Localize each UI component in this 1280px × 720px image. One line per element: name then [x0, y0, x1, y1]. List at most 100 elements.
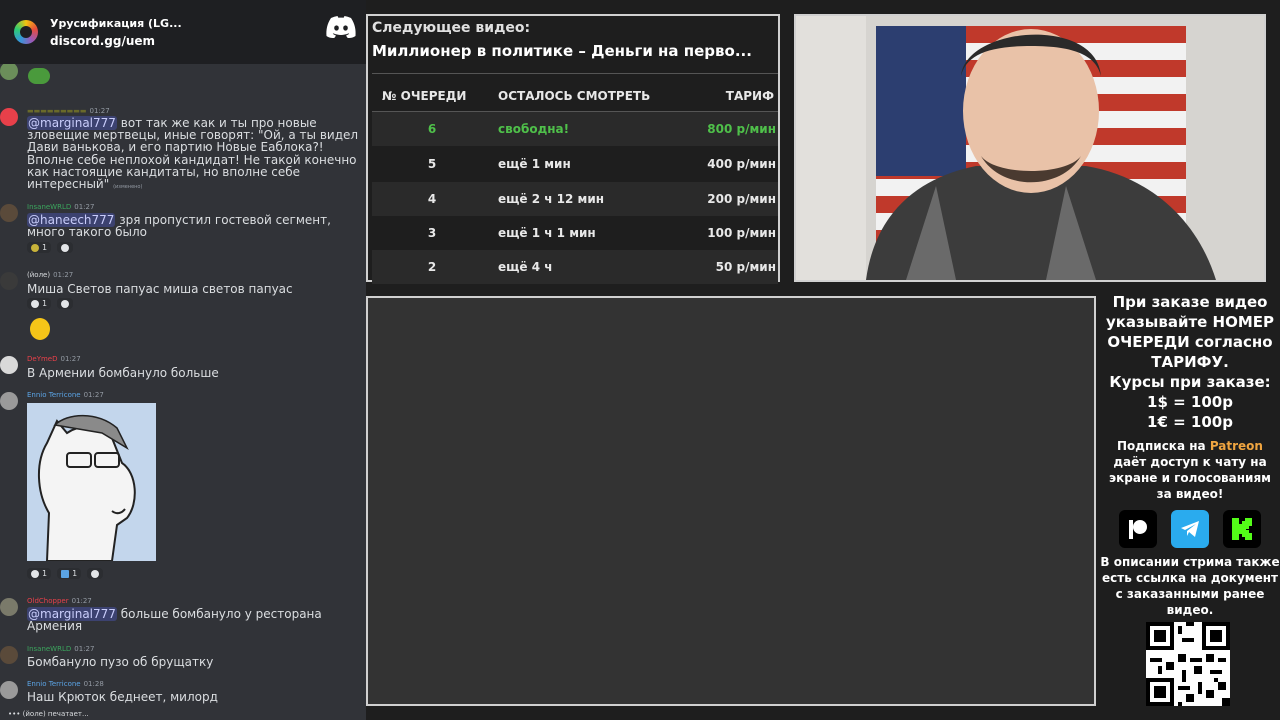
chat-message: Ennio Terricone 01:28 Наш Крюток беднеет,… — [0, 679, 366, 709]
message-text: Миша Светов папуас миша светов папуас — [27, 282, 293, 296]
eur-rate: 1€ = 100р — [1147, 413, 1233, 431]
patreon-icon[interactable] — [1119, 510, 1157, 548]
video-player-area[interactable] — [366, 296, 1096, 706]
queue-rate: 200 р/мин — [707, 192, 776, 206]
message-text: @marginal777 больше бомбануло у ресторан… — [27, 607, 322, 634]
webcam-feed — [794, 14, 1266, 282]
chat-message: Ennio Terricone 01:27 1 1 — [0, 390, 366, 584]
queue-rate: 50 р/мин — [715, 260, 776, 274]
server-icon[interactable] — [14, 20, 38, 44]
queue-row: 3 ещё 1 ч 1 мин 100 р/мин — [372, 216, 778, 250]
chat-header: Урусификация (LG... discord.gg/uem — [0, 0, 366, 64]
message-text: Наш Крюток беднеет, милорд — [27, 690, 218, 704]
reactions: 1 — [27, 242, 74, 253]
webcam-image-icon — [796, 16, 1264, 280]
pepe-emoji-icon — [28, 68, 50, 84]
message-meta: Ennio Terricone 01:27 — [27, 391, 104, 399]
patreon-link[interactable]: Patreon — [1210, 439, 1263, 453]
usd-rate: 1$ = 100р — [1147, 393, 1233, 411]
avatar — [0, 356, 18, 374]
header-time-left: ОСТАЛОСЬ СМОТРЕТЬ — [498, 89, 651, 103]
chat-message: (йоле) 01:27 Миша Светов папуас миша свет… — [0, 270, 366, 346]
avatar — [0, 646, 18, 664]
queue-rate: 800 р/мин — [707, 122, 776, 136]
description-note: В описании стрима также есть ссылка на д… — [1100, 555, 1280, 617]
avatar — [0, 204, 18, 222]
social-links — [1100, 510, 1280, 548]
reactions: 1 — [27, 298, 74, 309]
typing-dots-icon: ••• — [8, 710, 21, 718]
queue-number: 2 — [427, 260, 437, 274]
next-video-title: Миллионер в политике – Деньги на перво..… — [372, 42, 752, 60]
qr-code-icon[interactable] — [1146, 622, 1230, 706]
queue-time-left: свободна! — [498, 122, 570, 136]
avatar — [0, 108, 18, 126]
queue-time-left: ещё 2 ч 12 мин — [498, 192, 605, 206]
message-meta: ▬▬▬▬▬▬▬▬▬ 01:27 — [27, 107, 110, 115]
message-meta: InsaneWRLD 01:27 — [27, 645, 95, 653]
add-reaction-button[interactable] — [87, 568, 104, 579]
avatar — [0, 272, 18, 290]
discord-chat-panel: Урусификация (LG... discord.gg/uem ▬▬▬▬▬… — [0, 0, 366, 720]
queue-number: 3 — [427, 226, 437, 240]
header-rate: ТАРИФ — [725, 89, 774, 103]
message-text: @marginal777 вот так же как и ты про нов… — [27, 116, 359, 192]
info-panel: При заказе видео указывайте НОМЕР ОЧЕРЕД… — [1100, 292, 1280, 618]
smile-icon — [61, 299, 70, 308]
message-meta: InsaneWRLD 01:27 — [27, 203, 95, 211]
queue-time-left: ещё 1 мин — [498, 157, 571, 171]
queue-number: 5 — [427, 157, 437, 171]
queue-row: 6 свободна! 800 р/мин — [372, 112, 778, 146]
queue-time-left: ещё 4 ч — [498, 260, 553, 274]
queue-number: 6 — [427, 122, 437, 136]
chat-message: InsaneWRLD 01:27 @haneech777 зря пропусти… — [0, 202, 366, 262]
add-reaction-button[interactable] — [57, 242, 74, 253]
queue-row: 2 ещё 4 ч 50 р/мин — [372, 250, 778, 284]
patreon-note: Подписка на Patreon даёт доступ к чату н… — [1109, 439, 1271, 501]
reaction-button[interactable]: 1 — [27, 568, 52, 579]
chat-message: InsaneWRLD 01:27 Бомбануло пузо об брущат… — [0, 644, 366, 674]
queue-rate: 400 р/мин — [707, 157, 776, 171]
emoji-icon — [61, 569, 70, 578]
smile-icon — [61, 243, 70, 252]
next-video-label: Следующее видео: — [372, 20, 531, 36]
horse-drawing-icon — [37, 414, 136, 561]
avatar — [0, 392, 18, 410]
telegram-icon[interactable] — [1171, 510, 1209, 548]
discord-logo-icon — [326, 16, 356, 38]
header-queue-number: № ОЧЕРЕДИ — [382, 89, 467, 103]
queue-number: 4 — [427, 192, 437, 206]
emoji-icon — [31, 299, 39, 308]
queue-board: Следующее видео: Миллионер в политике – … — [366, 14, 780, 284]
emoji-icon — [31, 243, 39, 252]
message-meta: OldChopper 01:27 — [27, 597, 92, 605]
chat-message: ▬▬▬▬▬▬▬▬▬ 01:27 @marginal777 вот так же к… — [0, 104, 366, 192]
emoji-icon — [31, 569, 39, 578]
message-text: Бомбануло пузо об брущатку — [27, 655, 214, 669]
horse-meme-image[interactable] — [27, 403, 156, 561]
smile-icon — [91, 569, 100, 578]
message-text: @haneech777 зря пропустил гостевой сегме… — [27, 213, 331, 240]
server-name: Урусификация (LG... — [50, 16, 182, 30]
order-instructions: При заказе видео указывайте НОМЕР ОЧЕРЕД… — [1105, 293, 1275, 371]
add-reaction-button[interactable] — [57, 298, 74, 309]
rates-title: Курсы при заказе: — [1109, 373, 1271, 391]
kick-icon[interactable] — [1223, 510, 1261, 548]
queue-row: 4 ещё 2 ч 12 мин 200 р/мин — [372, 182, 778, 216]
sticker-emoji-icon — [30, 318, 50, 340]
reaction-button[interactable]: 1 — [27, 298, 52, 309]
reaction-button[interactable]: 1 — [27, 242, 52, 253]
reactions: 1 1 — [27, 568, 104, 579]
typing-indicator: ••• (йоле) печатает... — [8, 710, 89, 718]
server-invite[interactable]: discord.gg/uem — [50, 34, 182, 48]
message-meta: (йоле) 01:27 — [27, 271, 74, 279]
message-meta: DeYmeD 01:27 — [27, 355, 81, 363]
reaction-button[interactable]: 1 — [57, 568, 82, 579]
avatar — [0, 681, 18, 699]
queue-row: 5 ещё 1 мин 400 р/мин — [372, 147, 778, 181]
chat-message — [0, 60, 366, 90]
avatar — [0, 598, 18, 616]
message-meta: Ennio Terricone 01:28 — [27, 680, 104, 688]
queue-time-left: ещё 1 ч 1 мин — [498, 226, 596, 240]
divider — [372, 73, 778, 74]
